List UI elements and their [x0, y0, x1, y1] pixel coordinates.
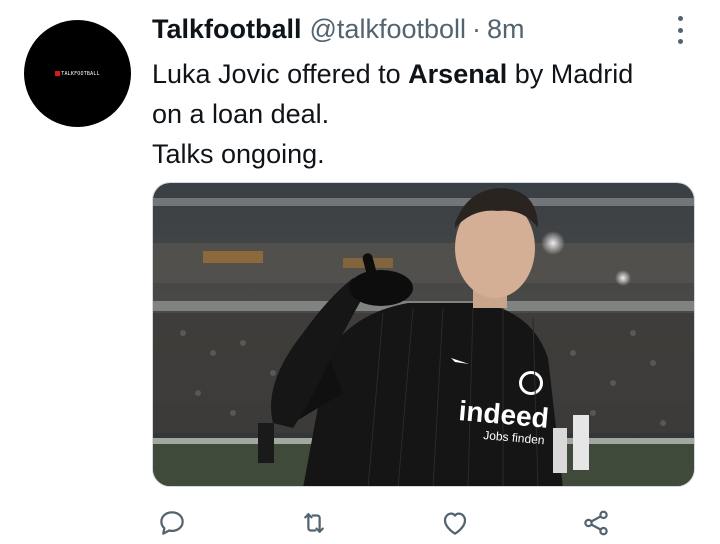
tweet-text-line-3: Talks ongoing.	[152, 139, 325, 169]
avatar-logo: TALKFOOTBALL	[55, 71, 100, 77]
avatar[interactable]: TALKFOOTBALL	[24, 20, 131, 127]
tweet-text: Luka Jovic offered to Arsenal by Madrid …	[152, 54, 692, 174]
more-options-icon[interactable]	[672, 16, 688, 44]
author-handle[interactable]: @talkfootboll	[310, 14, 467, 45]
share-button[interactable]	[576, 508, 616, 544]
tweet-text-line-1: Luka Jovic offered to Arsenal by Madrid	[152, 54, 692, 94]
like-icon	[443, 512, 467, 535]
like-button[interactable]	[435, 508, 475, 544]
share-icon	[584, 510, 608, 536]
reply-icon	[160, 511, 184, 535]
reply-button[interactable]	[152, 508, 192, 544]
tweet-text-line-2: on a loan deal.	[152, 99, 330, 129]
retweet-icon	[304, 513, 324, 533]
avatar-logo-text: TALKFOOTBALL	[61, 70, 100, 77]
tweet-photo[interactable]: indeed Jobs finden	[152, 182, 695, 487]
tweet-actions	[152, 508, 672, 544]
separator: ·	[472, 14, 482, 44]
timestamp[interactable]: 8m	[487, 14, 525, 45]
tweet-text-bold: Arsenal	[408, 59, 508, 89]
author-name[interactable]: Talkfootball	[152, 14, 302, 45]
tweet-header: Talkfootball @talkfootboll · 8m	[152, 14, 690, 48]
tweet-text-part: Luka Jovic offered to	[152, 59, 409, 89]
tweet-text-part: by Madrid	[507, 59, 634, 89]
retweet-button[interactable]	[294, 508, 334, 544]
